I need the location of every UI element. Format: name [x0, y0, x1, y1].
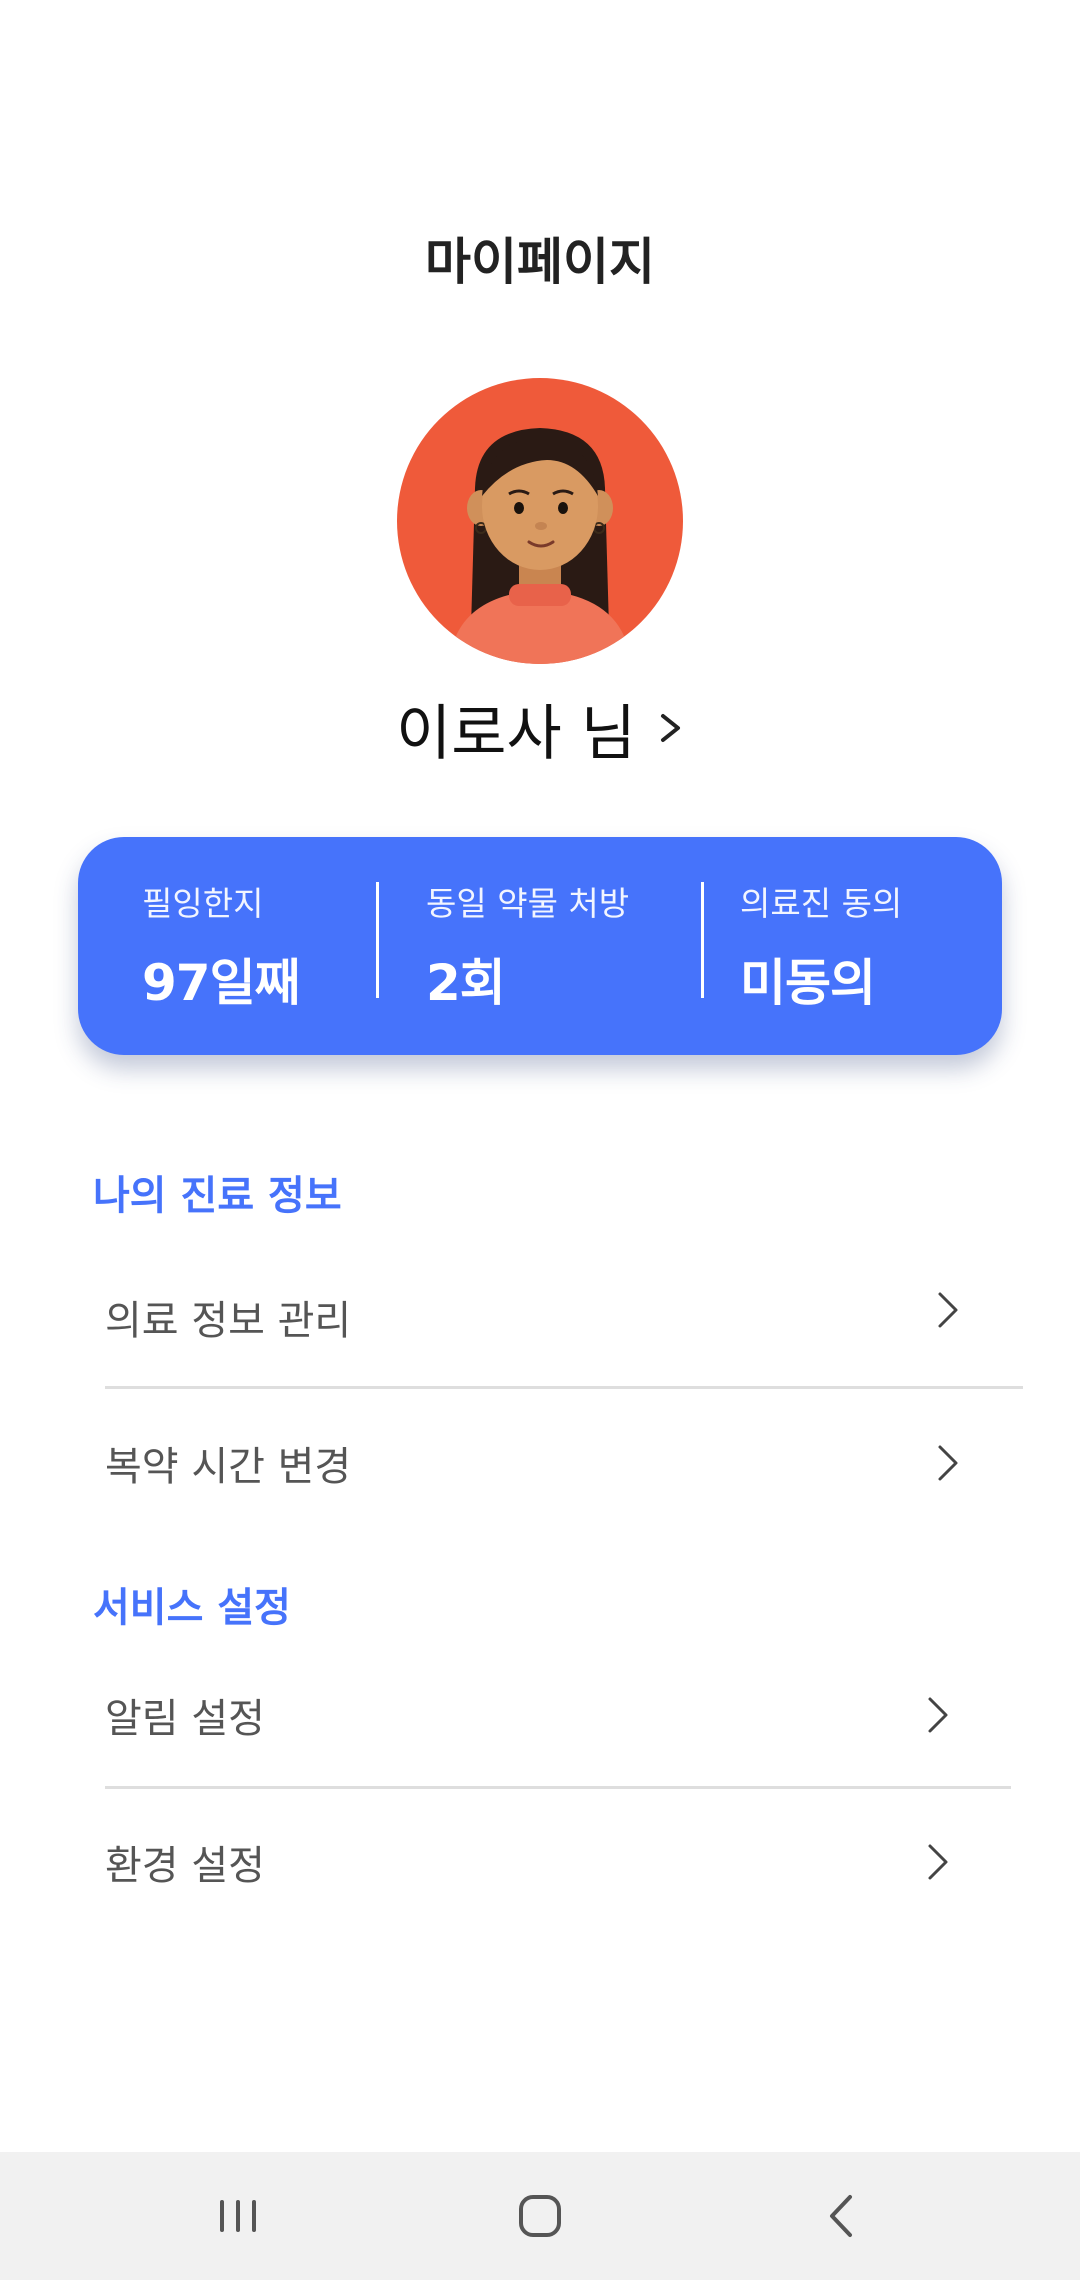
chevron-right-icon	[938, 1292, 958, 1328]
chevron-right-icon	[928, 1697, 948, 1733]
chevron-right-icon	[928, 1844, 948, 1880]
stat-divider	[701, 882, 704, 998]
divider	[105, 1786, 1011, 1789]
menu-item-label: 알림 설정	[105, 1696, 265, 1742]
divider	[105, 1386, 1023, 1389]
profile-name: 이로사 님	[396, 698, 636, 769]
stat-consent-value: 미동의	[740, 954, 876, 1012]
page-title: 마이페이지	[425, 233, 655, 291]
menu-item-medication-time[interactable]: 복약 시간 변경	[105, 1408, 960, 1518]
back-icon	[830, 2195, 852, 2237]
stat-prescriptions-value: 2회	[426, 954, 506, 1012]
stat-divider	[376, 882, 379, 998]
menu-item-notification-settings[interactable]: 알림 설정	[105, 1660, 950, 1770]
section-title-service-settings: 서비스 설정	[93, 1585, 291, 1631]
section-title-medical-info: 나의 진료 정보	[93, 1173, 342, 1219]
home-icon	[519, 2195, 561, 2237]
menu-item-label: 환경 설정	[105, 1843, 265, 1889]
stat-days: 필잉한지 97일째	[142, 877, 301, 1015]
avatar[interactable]	[397, 378, 683, 664]
menu-item-environment-settings[interactable]: 환경 설정	[105, 1807, 950, 1917]
profile-name-link[interactable]: 이로사 님	[0, 688, 1080, 769]
avatar-illustration	[449, 428, 631, 664]
chevron-right-icon	[938, 1445, 958, 1481]
stat-days-label: 필잉한지	[142, 884, 264, 923]
chevron-right-icon	[660, 714, 680, 742]
stat-days-value: 97일째	[142, 954, 301, 1012]
system-navigation-bar	[0, 2152, 1080, 2280]
recent-apps-button[interactable]	[193, 2180, 283, 2252]
stat-prescriptions: 동일 약물 처방 2회	[426, 877, 629, 1015]
menu-item-label: 복약 시간 변경	[105, 1444, 352, 1490]
stats-card: 필잉한지 97일째 동일 약물 처방 2회 의료진 동의 미동의	[78, 837, 1002, 1055]
stat-prescriptions-label: 동일 약물 처방	[426, 884, 630, 923]
recent-apps-icon	[220, 2200, 256, 2232]
menu-item-medical-info[interactable]: 의료 정보 관리	[105, 1262, 960, 1372]
back-button[interactable]	[796, 2180, 886, 2252]
stat-consent-label: 의료진 동의	[740, 884, 903, 923]
stat-consent: 의료진 동의 미동의	[740, 877, 902, 1015]
home-button[interactable]	[495, 2180, 585, 2252]
menu-item-label: 의료 정보 관리	[105, 1298, 352, 1344]
